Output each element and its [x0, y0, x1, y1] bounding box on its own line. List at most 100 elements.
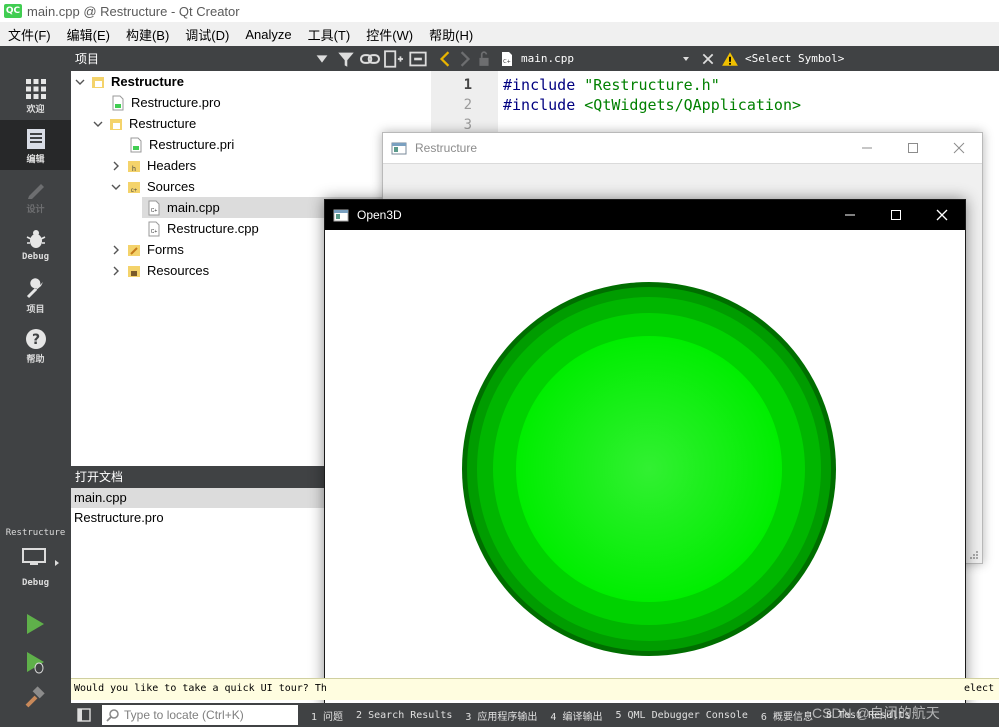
- dropdown-arrow-icon[interactable]: [679, 54, 693, 64]
- ui-tour-text-tail: elect: [964, 683, 995, 694]
- output-tab-issues[interactable]: 1 问题: [311, 708, 343, 723]
- lock-icon[interactable]: [475, 50, 493, 67]
- tree-item-pro-file[interactable]: Restructure.pro: [111, 92, 221, 113]
- document-combo[interactable]: main.cpp: [521, 52, 671, 65]
- tree-item-label: Restructure.pro: [131, 95, 221, 110]
- menu-widgets[interactable]: 控件(W): [358, 25, 421, 44]
- tree-item-forms[interactable]: Forms: [111, 239, 184, 260]
- maximize-button[interactable]: [873, 200, 919, 230]
- menu-build[interactable]: 构建(B): [118, 25, 177, 44]
- project-pane-title[interactable]: 项目: [75, 50, 311, 67]
- menu-debug[interactable]: 调试(D): [177, 25, 237, 44]
- ui-tour-infobar[interactable]: Would you like to take a quick UI tour? …: [71, 678, 999, 700]
- back-arrow-icon[interactable]: [435, 50, 455, 67]
- tree-item-subproject[interactable]: Restructure: [93, 113, 196, 134]
- svg-text:C+: C+: [151, 208, 158, 214]
- output-tab-compile[interactable]: 4 编译输出: [550, 708, 602, 723]
- debug-run-icon[interactable]: [24, 650, 46, 674]
- forward-arrow-icon[interactable]: [455, 50, 475, 67]
- restructure-window-title: Restructure: [415, 141, 478, 155]
- mode-edit-label: 编辑: [26, 155, 45, 165]
- open3d-title-bar[interactable]: Open3D: [325, 200, 965, 230]
- close-icon[interactable]: [699, 52, 717, 66]
- link-icon[interactable]: [359, 50, 381, 68]
- close-icon: [953, 142, 965, 154]
- menu-help[interactable]: 帮助(H): [421, 25, 481, 44]
- open-document-item[interactable]: main.cpp: [71, 488, 325, 508]
- open3d-render-canvas[interactable]: [325, 230, 965, 712]
- output-tab-qml-console[interactable]: 5 QML Debugger Console: [615, 710, 747, 721]
- locator-input[interactable]: Type to locate (Ctrl+K): [102, 705, 298, 725]
- minimize-button[interactable]: [827, 200, 873, 230]
- kit-project-name: Restructure: [5, 528, 66, 538]
- line-number: 2: [463, 97, 472, 113]
- resize-grip-icon[interactable]: [969, 550, 979, 560]
- open-documents-header[interactable]: 打开文档: [71, 466, 325, 488]
- locator-placeholder: Type to locate (Ctrl+K): [124, 708, 244, 722]
- desktop: QC main.cpp @ Restructure - Qt Creator 文…: [0, 0, 999, 727]
- open-document-item[interactable]: Restructure.pro: [71, 508, 325, 528]
- symbol-combo[interactable]: <Select Symbol>: [745, 52, 844, 65]
- tree-item-label: Restructure: [111, 74, 184, 89]
- mode-projects[interactable]: 项目: [0, 270, 71, 320]
- close-button[interactable]: [919, 200, 965, 230]
- run-icon[interactable]: [24, 612, 46, 636]
- chevron-down-icon[interactable]: [93, 119, 103, 129]
- title-bar: QC main.cpp @ Restructure - Qt Creator: [0, 0, 999, 22]
- chevron-down-icon[interactable]: [111, 182, 121, 192]
- mode-design[interactable]: 设计: [0, 170, 71, 220]
- menu-tools[interactable]: 工具(T): [300, 25, 359, 44]
- mode-edit[interactable]: 编辑: [0, 120, 71, 170]
- close-pane-icon[interactable]: [407, 50, 429, 68]
- dropdown-arrow-icon[interactable]: [311, 50, 333, 68]
- qt-creator-logo-icon: QC: [4, 4, 22, 18]
- monitor-icon[interactable]: [22, 548, 46, 566]
- toggle-sidebar-icon[interactable]: [77, 708, 91, 722]
- output-tab-search[interactable]: 2 Search Results: [356, 710, 452, 721]
- open-documents-list: main.cpp Restructure.pro: [71, 488, 325, 678]
- search-icon: [106, 709, 119, 722]
- mode-debug[interactable]: Debug: [0, 220, 71, 270]
- chevron-right-icon[interactable]: [111, 245, 121, 255]
- output-tab-general[interactable]: 6 概要信息: [761, 708, 813, 723]
- kit-expand-icon[interactable]: [54, 559, 60, 567]
- line-number: 1: [463, 77, 472, 93]
- pro-file-icon: [112, 95, 124, 110]
- tree-item-sources[interactable]: c+ Sources: [111, 176, 195, 197]
- tree-item-restructure-cpp[interactable]: C+ Restructure.cpp: [147, 218, 259, 239]
- mode-help[interactable]: ? 帮助: [0, 320, 71, 370]
- svg-text:C+: C+: [503, 59, 511, 65]
- pri-file-icon: [130, 137, 142, 152]
- edit-document-icon: [26, 129, 45, 149]
- minimize-button[interactable]: [844, 133, 890, 163]
- forms-folder-icon: [128, 244, 140, 256]
- include-target: <QtWidgets/QApplication>: [575, 96, 802, 114]
- restructure-title-bar[interactable]: Restructure: [383, 133, 982, 163]
- resources-folder-icon: [128, 265, 140, 277]
- preprocessor-keyword: #include: [503, 96, 576, 114]
- tree-item-resources[interactable]: Resources: [111, 260, 209, 281]
- cpp-file-icon: C+: [148, 221, 160, 236]
- chevron-right-icon[interactable]: [111, 161, 121, 171]
- split-icon[interactable]: [383, 49, 405, 68]
- maximize-button[interactable]: [890, 133, 936, 163]
- close-button[interactable]: [936, 133, 982, 163]
- tree-item-label: Restructure: [129, 116, 197, 131]
- svg-text:c+: c+: [131, 188, 138, 194]
- build-hammer-icon[interactable]: [24, 686, 46, 710]
- menu-edit[interactable]: 编辑(E): [59, 25, 118, 44]
- project-pane-toolbar: 项目: [71, 46, 431, 71]
- tree-item-pri-file[interactable]: Restructure.pri: [129, 134, 234, 155]
- menu-analyze[interactable]: Analyze: [237, 27, 299, 42]
- tree-item-project[interactable]: Restructure: [75, 71, 184, 92]
- chevron-down-icon[interactable]: [75, 77, 85, 87]
- mode-welcome[interactable]: 欢迎: [0, 70, 71, 120]
- app-window-icon: [333, 209, 349, 221]
- chevron-right-icon[interactable]: [111, 266, 121, 276]
- line-number: 3: [463, 117, 472, 133]
- output-tab-app-output[interactable]: 3 应用程序输出: [465, 708, 537, 723]
- filter-icon[interactable]: [335, 50, 357, 68]
- menu-file[interactable]: 文件(F): [0, 25, 59, 44]
- bug-icon: [26, 230, 45, 248]
- tree-item-headers[interactable]: h Headers: [111, 155, 196, 176]
